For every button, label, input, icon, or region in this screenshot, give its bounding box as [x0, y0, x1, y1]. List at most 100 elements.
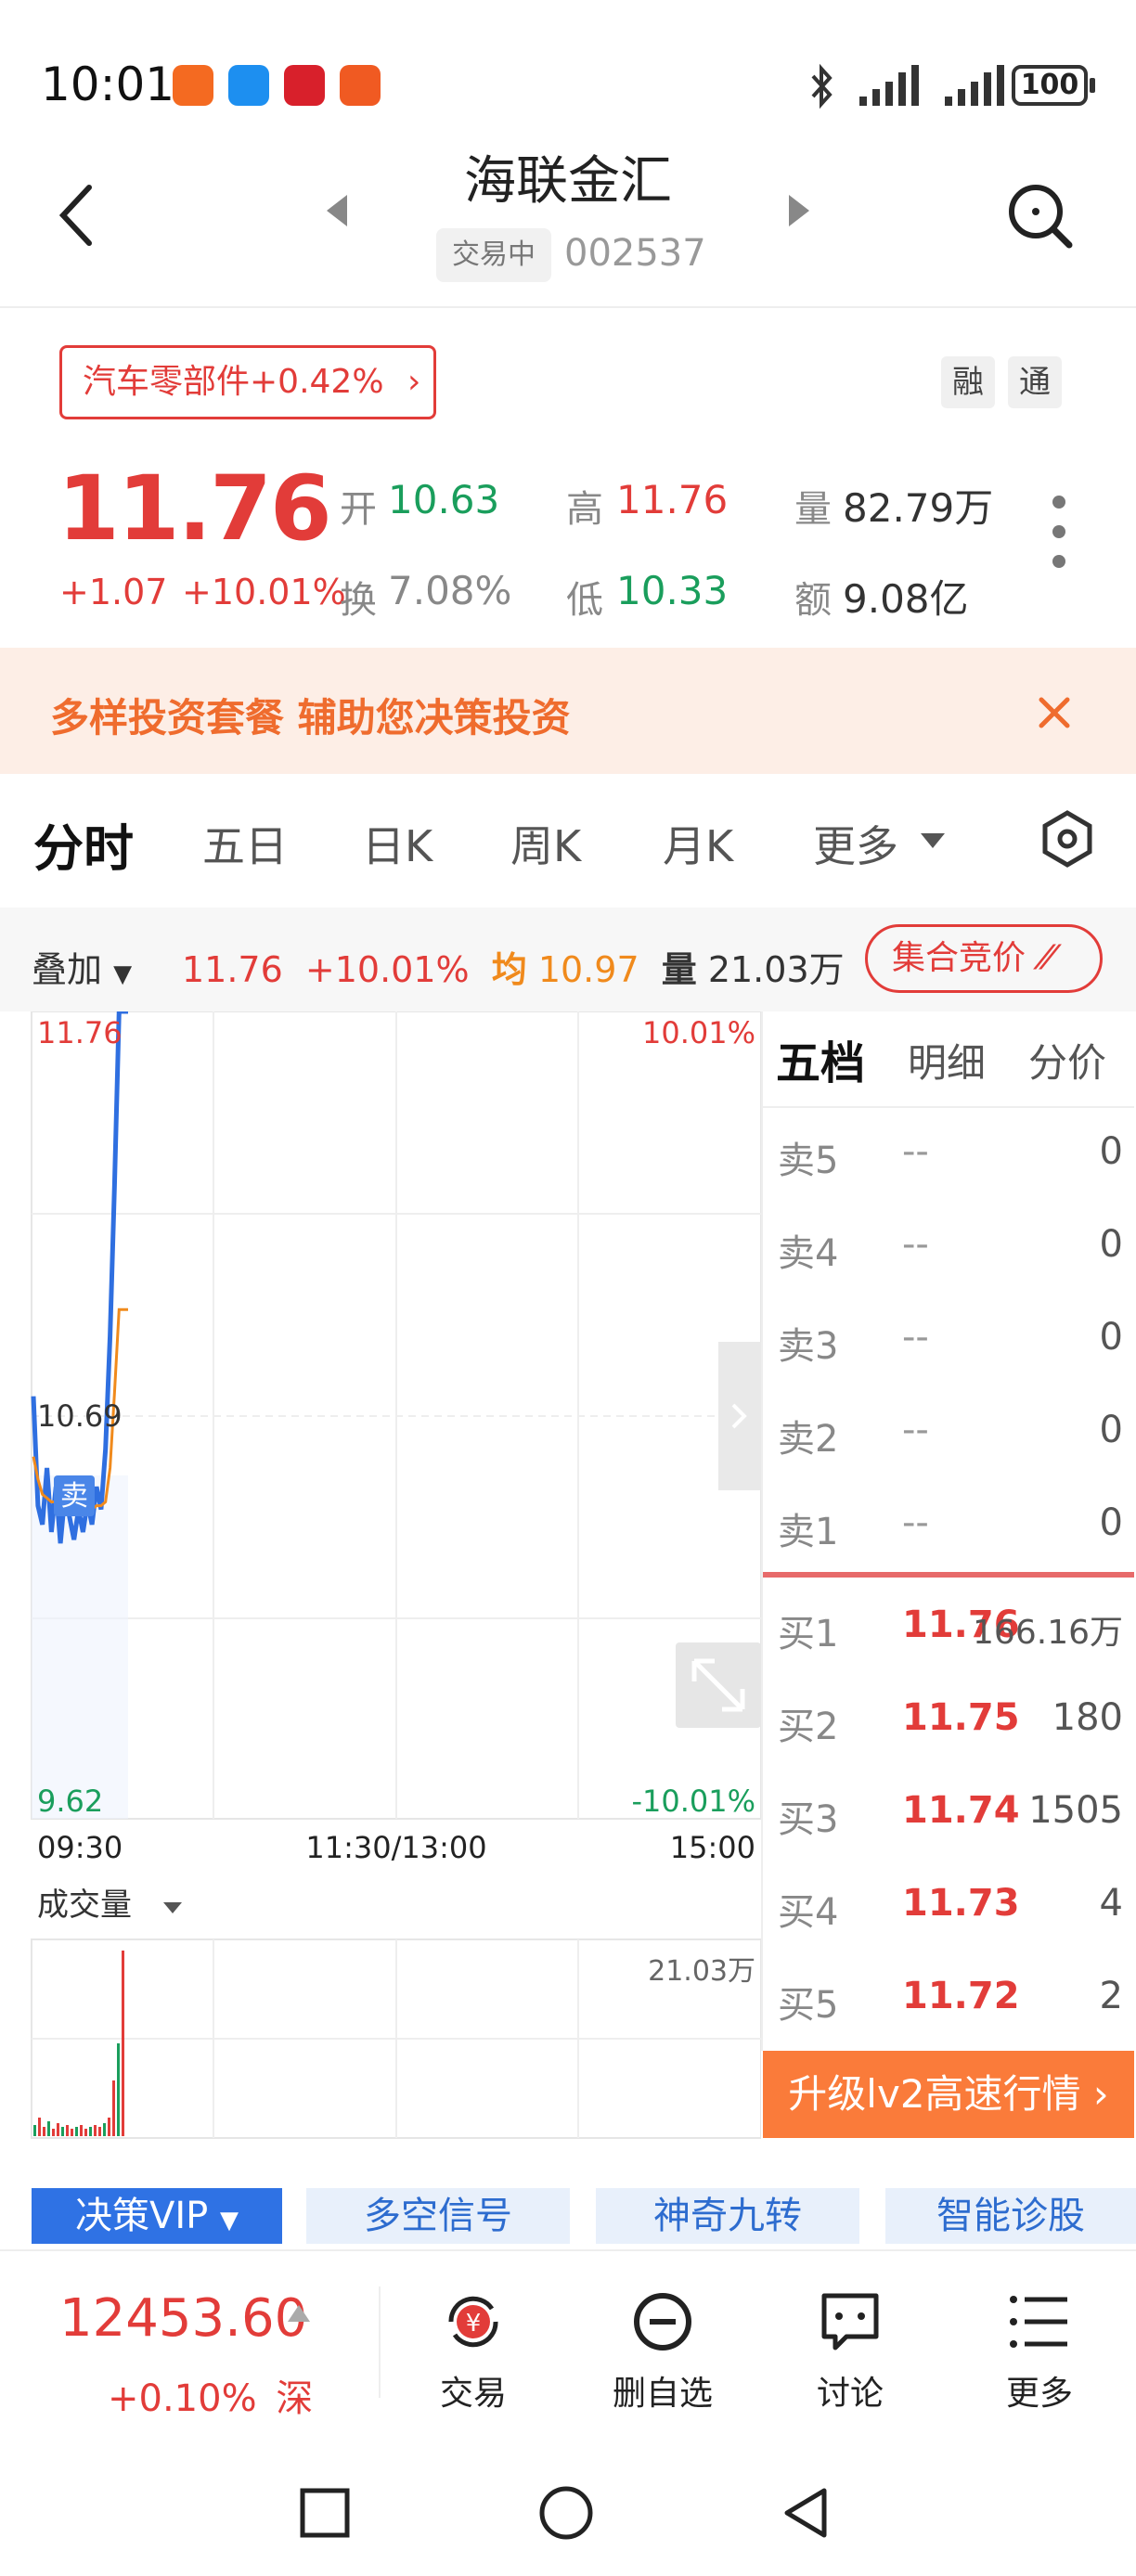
up-arrow-icon — [288, 2305, 310, 2322]
ob-asks-volume: 0 — [1099, 1316, 1123, 1359]
feature-magic-nine[interactable]: 神奇九转 — [596, 2188, 859, 2244]
menu-icon[interactable] — [1004, 2286, 1075, 2357]
upgrade-label: 升级lv2高速行情 — [788, 2071, 1081, 2117]
tab-daily-k[interactable]: 日K — [362, 813, 432, 874]
volume-bar — [66, 2125, 69, 2136]
ob-bids-volume: 166.16万 — [973, 1614, 1123, 1652]
ob-asks-label: 卖4 — [778, 1232, 839, 1275]
upgrade-lv2-button[interactable]: 升级lv2高速行情 › — [763, 2051, 1134, 2138]
action-more[interactable]: 更多 — [975, 2366, 1104, 2415]
overlay-avg-label: 均 — [491, 949, 527, 990]
turnover-value: 7.08% — [388, 568, 512, 613]
volume-bar — [98, 2127, 101, 2136]
volume-bars — [33, 1951, 124, 2136]
home-icon[interactable] — [538, 2485, 594, 2541]
volume-bar — [94, 2125, 97, 2136]
volume-bar — [84, 2129, 87, 2136]
price-lines — [31, 1011, 128, 1544]
volume-bar — [57, 2123, 59, 2136]
sell-marker-label: 卖 — [60, 1480, 88, 1513]
overlay-label: 叠加 — [32, 949, 103, 990]
auction-button[interactable]: 集合竞价 ⁄⁄ — [865, 924, 1103, 993]
margin-tag[interactable]: 融 — [941, 356, 995, 408]
ob-asks-volume: 0 — [1099, 1501, 1123, 1544]
volume-max-label: 21.03万 — [648, 1955, 755, 1988]
overlay-pct: +10.01% — [304, 949, 470, 990]
overlay-dropdown[interactable]: 叠加 ▼ — [32, 941, 132, 992]
battery-icon: 100 — [1012, 65, 1095, 106]
volume-bar — [108, 2118, 110, 2136]
index-value[interactable]: 12453.60 — [59, 2288, 307, 2349]
app-notification-icon — [173, 65, 213, 106]
ob-tab-detail[interactable]: 明细 — [908, 1032, 986, 1088]
back-nav-icon[interactable] — [780, 2485, 832, 2541]
more-options-icon[interactable] — [1052, 496, 1067, 585]
volume-pane-label[interactable]: 成交量 — [37, 1887, 132, 1924]
volume-bar — [52, 2129, 55, 2136]
recent-apps-icon[interactable] — [299, 2487, 351, 2539]
tab-weekly-k[interactable]: 周K — [510, 813, 581, 874]
trading-status-badge: 交易中 — [436, 228, 551, 282]
ob-asks-label: 卖1 — [778, 1511, 839, 1553]
trade-icon[interactable]: ¥ — [438, 2286, 509, 2357]
action-trade[interactable]: 交易 — [408, 2366, 538, 2415]
y-top-label: 11.76 — [37, 1015, 123, 1050]
tab-more[interactable]: 更多 — [813, 813, 898, 874]
search-icon[interactable] — [1004, 180, 1077, 252]
action-remove-watchlist[interactable]: 删自选 — [598, 2366, 728, 2415]
ob-tab-five-levels[interactable]: 五档 — [776, 1026, 865, 1091]
collapse-handle[interactable] — [718, 1342, 761, 1490]
ob-tab-price-dist[interactable]: 分价 — [1028, 1032, 1106, 1088]
amount-label: 额 — [794, 579, 832, 622]
ob-bids-price[interactable]: 11.75 — [902, 1696, 1020, 1739]
y-mid-label: 10.69 — [37, 1398, 123, 1434]
ob-asks-price[interactable]: -- — [902, 1316, 929, 1359]
low-label: 低 — [566, 579, 603, 622]
expand-icon[interactable] — [676, 1642, 761, 1728]
sector-label: 汽车零部件+0.42% — [83, 363, 384, 401]
high-label: 高 — [566, 488, 603, 531]
clock: 10:01 — [41, 58, 175, 111]
intraday-chart[interactable]: 卖 11.76 10.69 9.62 10.01% -10.01% 09:30 … — [0, 1011, 761, 2144]
y-bottom-label: 9.62 — [37, 1784, 103, 1819]
tab-five-day[interactable]: 五日 — [202, 813, 288, 874]
ob-asks-label: 卖2 — [778, 1418, 839, 1461]
ob-bids-label: 买3 — [778, 1798, 839, 1841]
volume-bar — [80, 2125, 83, 2136]
ob-bids-price[interactable]: 11.72 — [902, 1975, 1020, 2017]
feature-smart-diagnosis[interactable]: 智能诊股 — [885, 2188, 1136, 2244]
ob-asks-price[interactable]: -- — [902, 1501, 929, 1544]
volume-bar — [61, 2127, 64, 2136]
action-discuss[interactable]: 讨论 — [785, 2366, 915, 2415]
signal-2-icon — [945, 65, 1004, 106]
open-value: 10.63 — [388, 477, 500, 522]
ob-asks-price[interactable]: -- — [902, 1409, 929, 1451]
settings-hex-icon[interactable] — [1038, 809, 1097, 869]
close-icon[interactable] — [1036, 694, 1073, 731]
volume-bar — [112, 2080, 115, 2136]
feature-long-short-signal[interactable]: 多空信号 — [306, 2188, 570, 2244]
x-label-open: 09:30 — [37, 1830, 123, 1865]
discuss-icon[interactable] — [815, 2286, 885, 2357]
tab-monthly-k[interactable]: 月K — [663, 813, 733, 874]
ob-bids-price[interactable]: 11.73 — [902, 1882, 1020, 1925]
remove-watchlist-icon[interactable] — [627, 2286, 698, 2357]
tab-intraday[interactable]: 分时 — [33, 807, 134, 881]
volume-bar — [71, 2129, 73, 2136]
ob-bids-price[interactable]: 11.74 — [902, 1789, 1020, 1832]
low-value: 10.33 — [616, 568, 729, 613]
connect-tag[interactable]: 通 — [1008, 356, 1062, 408]
pct-bottom-label: -10.01% — [631, 1784, 755, 1819]
feature-decision-vip[interactable]: 决策VIP ▼ — [32, 2188, 282, 2244]
ob-bids-label: 买5 — [778, 1984, 839, 2027]
ob-asks-price[interactable]: -- — [902, 1130, 929, 1173]
volume-bar — [89, 2127, 92, 2136]
high-value: 11.76 — [616, 477, 729, 522]
mail-notification-icon — [340, 65, 381, 106]
price-line — [31, 1011, 128, 1544]
overlay-info: 11.76 +10.01% 均 10.97 量 21.03万 — [182, 941, 845, 992]
next-stock-icon[interactable] — [785, 191, 813, 230]
chevron-right-icon: › — [1092, 2071, 1109, 2117]
sector-button[interactable]: 汽车零部件+0.42% › — [59, 345, 436, 419]
ob-asks-price[interactable]: -- — [902, 1223, 929, 1266]
